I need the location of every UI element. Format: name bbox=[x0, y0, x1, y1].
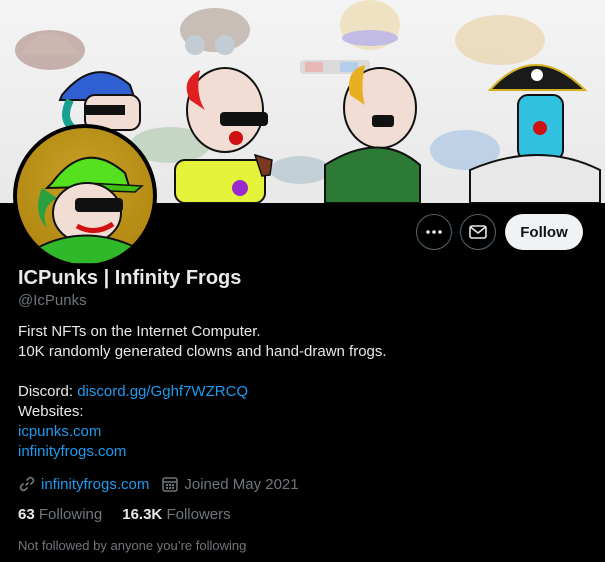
followers-label: Followers bbox=[166, 506, 231, 523]
message-button[interactable] bbox=[460, 214, 496, 250]
more-icon bbox=[426, 230, 442, 234]
followers-stat[interactable]: 16.3K Followers bbox=[122, 506, 230, 523]
profile-stats: 63 Following 16.3K Followers bbox=[18, 506, 251, 523]
profile-website-link[interactable]: infinityfrogs.com bbox=[41, 476, 149, 493]
link-icon bbox=[19, 476, 35, 492]
envelope-icon bbox=[469, 225, 487, 239]
profile-meta: infinityfrogs.com Joined May 2021 bbox=[18, 475, 311, 493]
followed-by-text: Not followed by anyone you’re following bbox=[18, 538, 247, 553]
profile-joined: Joined May 2021 bbox=[161, 475, 299, 493]
follow-button[interactable]: Follow bbox=[505, 214, 583, 250]
avatar-image bbox=[17, 128, 153, 264]
followers-count: 16.3K bbox=[122, 506, 163, 523]
calendar-icon bbox=[162, 477, 179, 492]
bio-line: 10K randomly generated clowns and hand-d… bbox=[18, 343, 387, 360]
discord-line: Discord: discord.gg/Gghf7WZRCQ bbox=[18, 382, 387, 402]
website-link-infinityfrogs[interactable]: infinityfrogs.com bbox=[18, 442, 387, 462]
discord-label: Discord: bbox=[18, 383, 78, 400]
more-button[interactable] bbox=[416, 214, 452, 250]
websites-label: Websites: bbox=[18, 403, 84, 420]
bio-line: First NFTs on the Internet Computer. bbox=[18, 323, 261, 340]
discord-link[interactable]: discord.gg/Gghf7WZRCQ bbox=[77, 383, 248, 400]
bio-spacer bbox=[18, 362, 387, 382]
following-stat[interactable]: 63 Following bbox=[18, 506, 102, 523]
following-count: 63 bbox=[18, 506, 35, 523]
user-handle: @IcPunks bbox=[18, 292, 87, 309]
website-link-icpunks[interactable]: icpunks.com bbox=[18, 422, 387, 442]
following-label: Following bbox=[38, 506, 103, 523]
profile-avatar[interactable] bbox=[13, 124, 157, 268]
profile-bio: First NFTs on the Internet Computer. 10K… bbox=[18, 322, 387, 462]
display-name: ICPunks | Infinity Frogs bbox=[18, 267, 242, 289]
profile-website: infinityfrogs.com bbox=[18, 475, 149, 493]
joined-date: Joined May 2021 bbox=[184, 475, 299, 493]
